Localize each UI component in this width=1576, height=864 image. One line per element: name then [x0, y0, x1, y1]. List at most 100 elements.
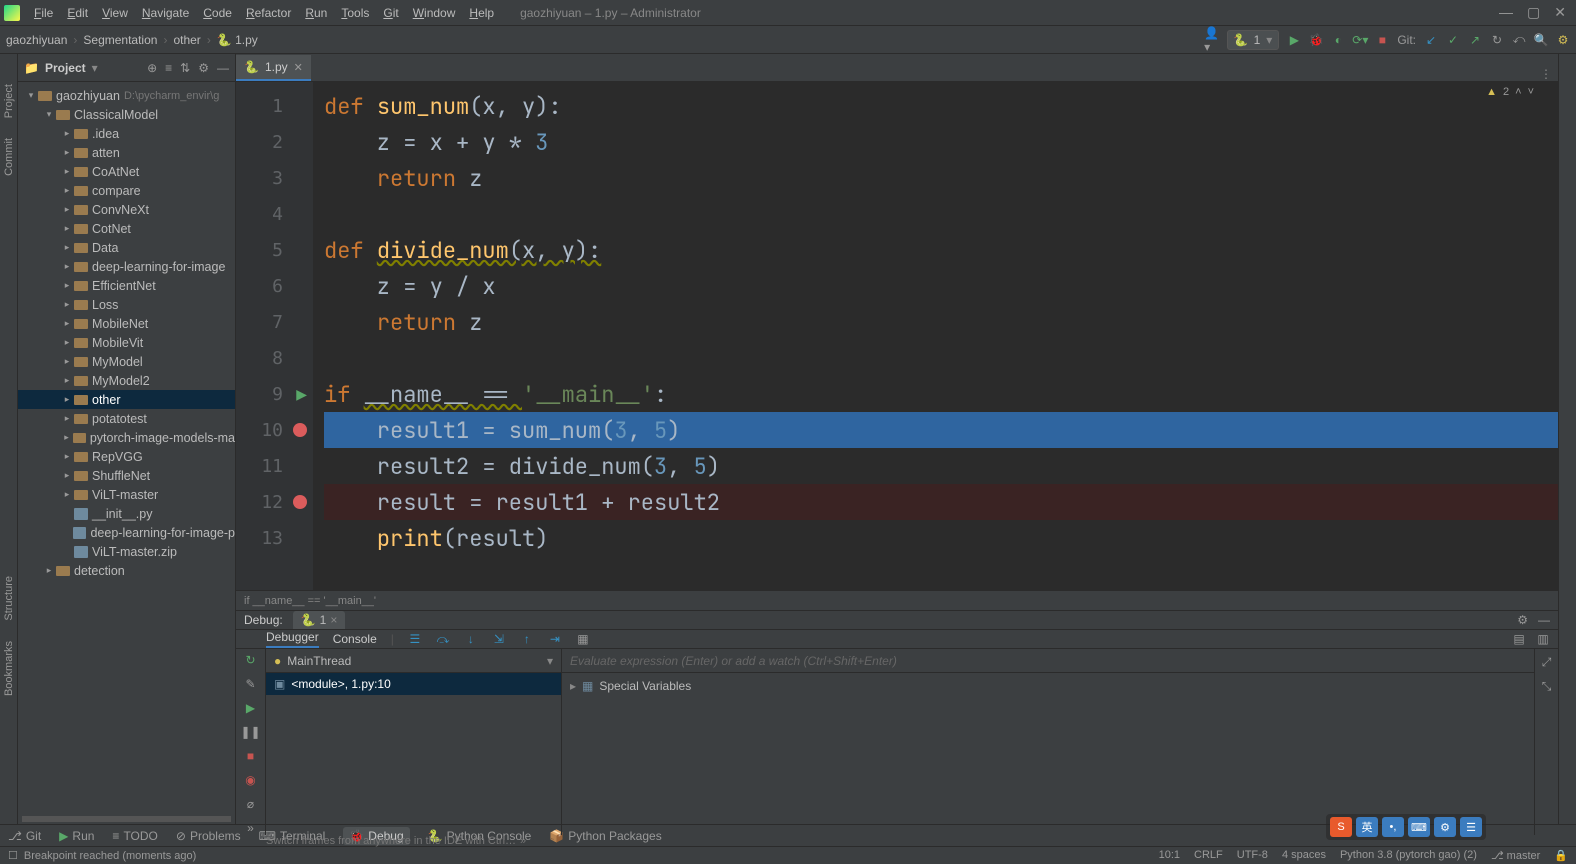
thread-selector[interactable]: ● MainThread ▾: [266, 649, 561, 673]
code-line[interactable]: print(result): [324, 520, 1558, 556]
breakpoint-icon[interactable]: [293, 423, 307, 437]
tool-run[interactable]: ▶Run: [59, 829, 94, 843]
menu-git[interactable]: Git: [377, 4, 404, 22]
user-icon[interactable]: 👤▾: [1205, 33, 1219, 47]
menu-code[interactable]: Code: [197, 4, 238, 22]
code-line[interactable]: result2 = divide_num(3, 5): [324, 448, 1558, 484]
ime-lang[interactable]: 英: [1356, 817, 1378, 837]
gear-icon[interactable]: ⚙: [1517, 613, 1528, 627]
tree-item[interactable]: ▸Loss: [18, 295, 235, 314]
run-button[interactable]: ▶: [1287, 33, 1301, 47]
git-branch[interactable]: ⎇ master: [1491, 849, 1540, 862]
git-commit-icon[interactable]: ✓: [1446, 33, 1460, 47]
tree-item[interactable]: ▸CoAtNet: [18, 162, 235, 181]
ide-settings-icon[interactable]: ⚙: [1556, 33, 1570, 47]
debug-session-tab[interactable]: 🐍 1 ×: [293, 611, 346, 629]
editor-more-icon[interactable]: ⋮: [1540, 67, 1552, 81]
breadcrumb-item[interactable]: Segmentation: [83, 33, 157, 47]
tree-item[interactable]: ▸ShuffleNet: [18, 466, 235, 485]
code-line[interactable]: z = y / x: [324, 268, 1558, 304]
lock-icon[interactable]: 🔒: [1554, 849, 1568, 862]
chevron-down-icon[interactable]: ▾: [92, 61, 98, 75]
step-into-my-code-icon[interactable]: ⇲: [492, 632, 506, 646]
tree-item[interactable]: ▸atten: [18, 143, 235, 162]
tree-item[interactable]: ▸other: [18, 390, 235, 409]
resume-icon[interactable]: ▶: [244, 701, 258, 715]
tree-item[interactable]: ▸MyModel: [18, 352, 235, 371]
tool-git[interactable]: ⎇Git: [8, 829, 41, 843]
code-line[interactable]: result1 = sum_num(3, 5): [324, 412, 1558, 448]
inspection-widget[interactable]: ▲ 2 ˄ ˅: [1486, 86, 1534, 98]
project-stripe-button[interactable]: Project: [3, 84, 15, 118]
variables-list[interactable]: ▸ ▦ Special Variables: [562, 673, 1534, 699]
breadcrumb-item[interactable]: other: [173, 33, 200, 47]
tab-console[interactable]: Console: [333, 632, 377, 646]
tree-item[interactable]: ▸MobileNet: [18, 314, 235, 333]
run-to-cursor-icon[interactable]: ⇥: [548, 632, 562, 646]
code-line[interactable]: z = x + y * 3: [324, 124, 1558, 160]
breadcrumb-item[interactable]: 🐍 1.py: [217, 33, 258, 47]
pause-icon[interactable]: ❚❚: [244, 725, 258, 739]
minimize-panel-icon[interactable]: —: [217, 61, 229, 75]
menu-help[interactable]: Help: [463, 4, 500, 22]
menu-refactor[interactable]: Refactor: [240, 4, 297, 22]
code-line[interactable]: return z: [324, 304, 1558, 340]
expand-icon[interactable]: ▸: [570, 679, 576, 693]
expand-all-icon[interactable]: ≡: [165, 61, 172, 75]
code-line[interactable]: def divide_num(x, y):: [324, 232, 1558, 268]
ime-punct[interactable]: •,: [1382, 817, 1404, 837]
ime-keyboard[interactable]: ⌨: [1408, 817, 1430, 837]
git-history-icon[interactable]: ↻: [1490, 33, 1504, 47]
stack-frame[interactable]: ▣ <module>, 1.py:10: [266, 673, 561, 695]
git-rollback-icon[interactable]: ⤺: [1512, 33, 1526, 47]
debug-button[interactable]: 🐞: [1309, 33, 1323, 47]
tree-item[interactable]: ▸ConvNeXt: [18, 200, 235, 219]
evaluate-icon[interactable]: ▦: [576, 632, 590, 646]
tree-item[interactable]: ▸MyModel2: [18, 371, 235, 390]
stop-button[interactable]: ■: [1375, 33, 1389, 47]
show-execution-point-icon[interactable]: ☰: [408, 632, 422, 646]
layout-icon[interactable]: ▤: [1512, 632, 1526, 646]
profile-button[interactable]: ⟳▾: [1353, 33, 1367, 47]
tab-debugger[interactable]: Debugger: [266, 630, 319, 648]
indent[interactable]: 4 spaces: [1282, 849, 1326, 862]
status-icon[interactable]: ☐: [8, 849, 18, 862]
chevron-up-icon[interactable]: ˄: [1515, 86, 1521, 98]
minimize-icon[interactable]: —: [1538, 613, 1550, 627]
mute-breakpoints-icon[interactable]: ⌀: [244, 797, 258, 811]
collapse-all-icon[interactable]: ⇅: [180, 61, 190, 75]
code-breadcrumb[interactable]: if __name__ == '__main__': [236, 590, 1558, 610]
git-push-icon[interactable]: ↗: [1468, 33, 1482, 47]
menu-tools[interactable]: Tools: [335, 4, 375, 22]
bookmarks-stripe-button[interactable]: Bookmarks: [3, 641, 15, 696]
breakpoint-icon[interactable]: [293, 495, 307, 509]
breadcrumb-item[interactable]: gaozhiyuan: [6, 33, 67, 47]
editor-gutter[interactable]: 123456789▶10111213: [236, 82, 314, 590]
locate-icon[interactable]: ⊕: [147, 61, 157, 75]
tree-item[interactable]: ▸ViLT-master: [18, 485, 235, 504]
tree-item[interactable]: ▸compare: [18, 181, 235, 200]
coverage-button[interactable]: ◐: [1331, 33, 1345, 47]
project-tree[interactable]: ▾gaozhiyuanD:\pycharm_envir\g▾ClassicalM…: [18, 82, 235, 814]
ime-logo[interactable]: S: [1330, 817, 1352, 837]
tree-item[interactable]: ▸CotNet: [18, 219, 235, 238]
structure-stripe-button[interactable]: Structure: [3, 576, 15, 621]
code-line[interactable]: return z: [324, 160, 1558, 196]
step-over-icon[interactable]: ⤼: [436, 632, 450, 646]
run-config-selector[interactable]: 🐍 1 ▾: [1227, 30, 1280, 50]
evaluate-input[interactable]: Evaluate expression (Enter) or add a wat…: [562, 649, 1534, 673]
run-gutter-icon[interactable]: ▶: [296, 386, 307, 403]
menu-window[interactable]: Window: [407, 4, 462, 22]
menu-run[interactable]: Run: [299, 4, 333, 22]
close-tab-icon[interactable]: ✕: [294, 61, 303, 74]
menu-edit[interactable]: Edit: [61, 4, 94, 22]
maximize-button[interactable]: ▢: [1527, 4, 1540, 21]
tree-item[interactable]: ▸potatotest: [18, 409, 235, 428]
restore-layout-icon[interactable]: ▥: [1536, 632, 1550, 646]
ime-settings[interactable]: ⚙: [1434, 817, 1456, 837]
tool-todo[interactable]: ≡TODO: [112, 829, 157, 843]
code-line[interactable]: result = result1 + result2: [324, 484, 1558, 520]
caret-position[interactable]: 10:1: [1159, 849, 1180, 862]
ime-toolbar[interactable]: S 英 •, ⌨ ⚙ ☰: [1326, 814, 1486, 840]
chevron-down-icon[interactable]: ˅: [1528, 86, 1534, 98]
